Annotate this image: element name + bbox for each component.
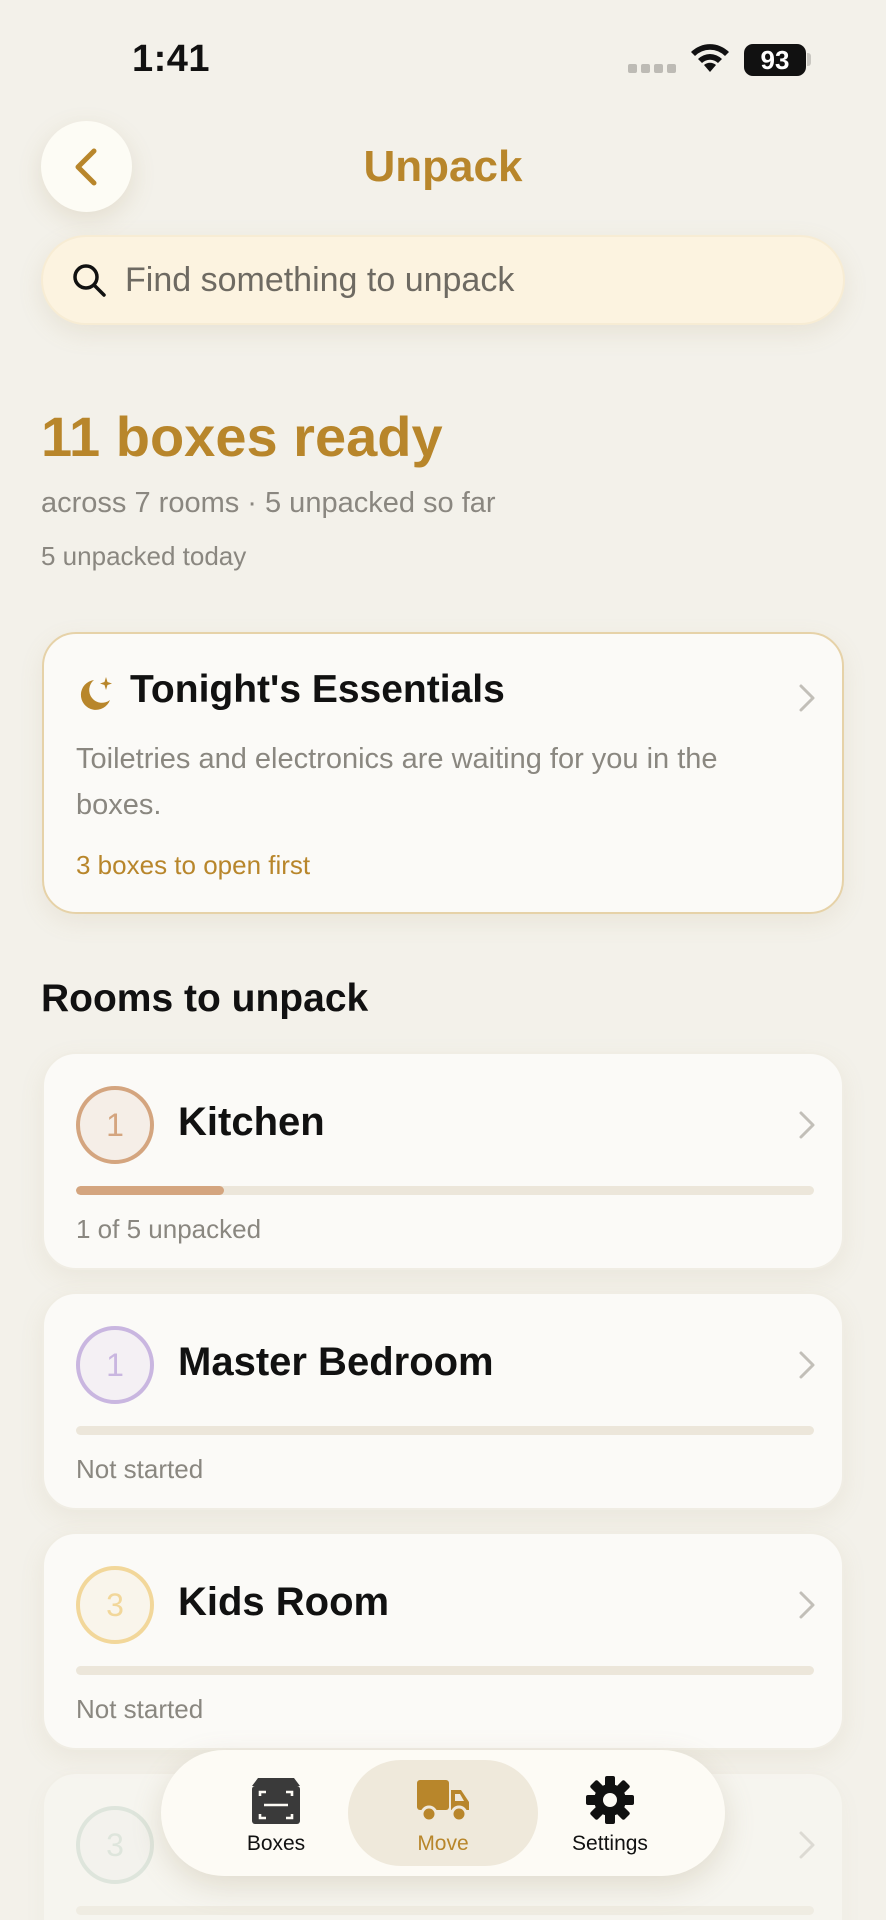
room-card-kitchen[interactable]: 1 Kitchen 1 of 5 unpacked xyxy=(42,1052,844,1270)
room-status: Not started xyxy=(76,1454,204,1484)
essentials-count: 3 boxes to open first xyxy=(76,850,311,880)
room-card-kids-room[interactable]: 3 Kids Room Not started xyxy=(42,1532,844,1750)
battery-icon: 93 xyxy=(744,44,806,76)
tab-settings[interactable]: Settings xyxy=(515,1760,705,1866)
room-progress-fill xyxy=(76,1186,224,1195)
status-time: 1:41 xyxy=(132,38,211,80)
box-scan-icon xyxy=(252,1778,300,1824)
essentials-card[interactable]: Tonight's Essentials Toiletries and elec… xyxy=(42,632,844,914)
room-badge: 1 xyxy=(76,1086,154,1164)
summary-title: 11 boxes ready xyxy=(41,405,443,468)
room-name: Kids Room xyxy=(178,1580,390,1624)
room-progress-track xyxy=(76,1426,814,1435)
essentials-title: Tonight's Essentials xyxy=(130,668,505,711)
tab-label: Boxes xyxy=(246,1832,306,1855)
chevron-right-icon xyxy=(799,1111,815,1139)
tab-label: Settings xyxy=(572,1832,648,1855)
gear-icon xyxy=(586,1776,634,1824)
tab-move[interactable]: Move xyxy=(348,1760,538,1866)
room-badge: 1 xyxy=(76,1326,154,1404)
wifi-icon xyxy=(691,44,729,72)
room-status: 1 of 5 unpacked xyxy=(76,1214,262,1244)
summary-today: 5 unpacked today xyxy=(41,541,247,571)
summary-subtitle: across 7 rooms · 5 unpacked so far xyxy=(41,487,496,519)
search-input[interactable] xyxy=(125,260,805,300)
room-progress-track xyxy=(76,1906,814,1915)
room-card-master-bedroom[interactable]: 1 Master Bedroom Not started xyxy=(42,1292,844,1510)
room-progress-track xyxy=(76,1666,814,1675)
room-badge: 3 xyxy=(76,1566,154,1644)
chevron-right-icon xyxy=(799,1831,815,1859)
essentials-description: Toiletries and electronics are waiting f… xyxy=(76,743,718,821)
bottom-tab-bar: Boxes Move Settings xyxy=(161,1750,725,1876)
chevron-right-icon xyxy=(799,1351,815,1379)
chevron-right-icon xyxy=(799,1591,815,1619)
cellular-signal-icon xyxy=(628,64,676,73)
room-name: Master Bedroom xyxy=(178,1340,494,1384)
search-icon xyxy=(73,264,106,297)
tab-boxes[interactable]: Boxes xyxy=(181,1760,371,1866)
moon-stars-icon xyxy=(80,677,112,710)
battery-tip xyxy=(807,53,811,66)
unpack-screen: 1:41 93 Unpack 11 boxes ready across 7 r… xyxy=(0,0,886,1920)
rooms-section-title: Rooms to unpack xyxy=(41,977,369,1020)
page-title: Unpack xyxy=(363,142,523,191)
search-bar[interactable] xyxy=(41,235,845,325)
room-badge: 3 xyxy=(76,1806,154,1884)
room-progress-track xyxy=(76,1186,814,1195)
chevron-right-icon xyxy=(799,684,815,712)
truck-icon xyxy=(417,1780,469,1823)
room-status: Not started xyxy=(76,1694,204,1724)
room-name: Kitchen xyxy=(178,1100,325,1144)
tab-label: Move xyxy=(417,1832,469,1855)
